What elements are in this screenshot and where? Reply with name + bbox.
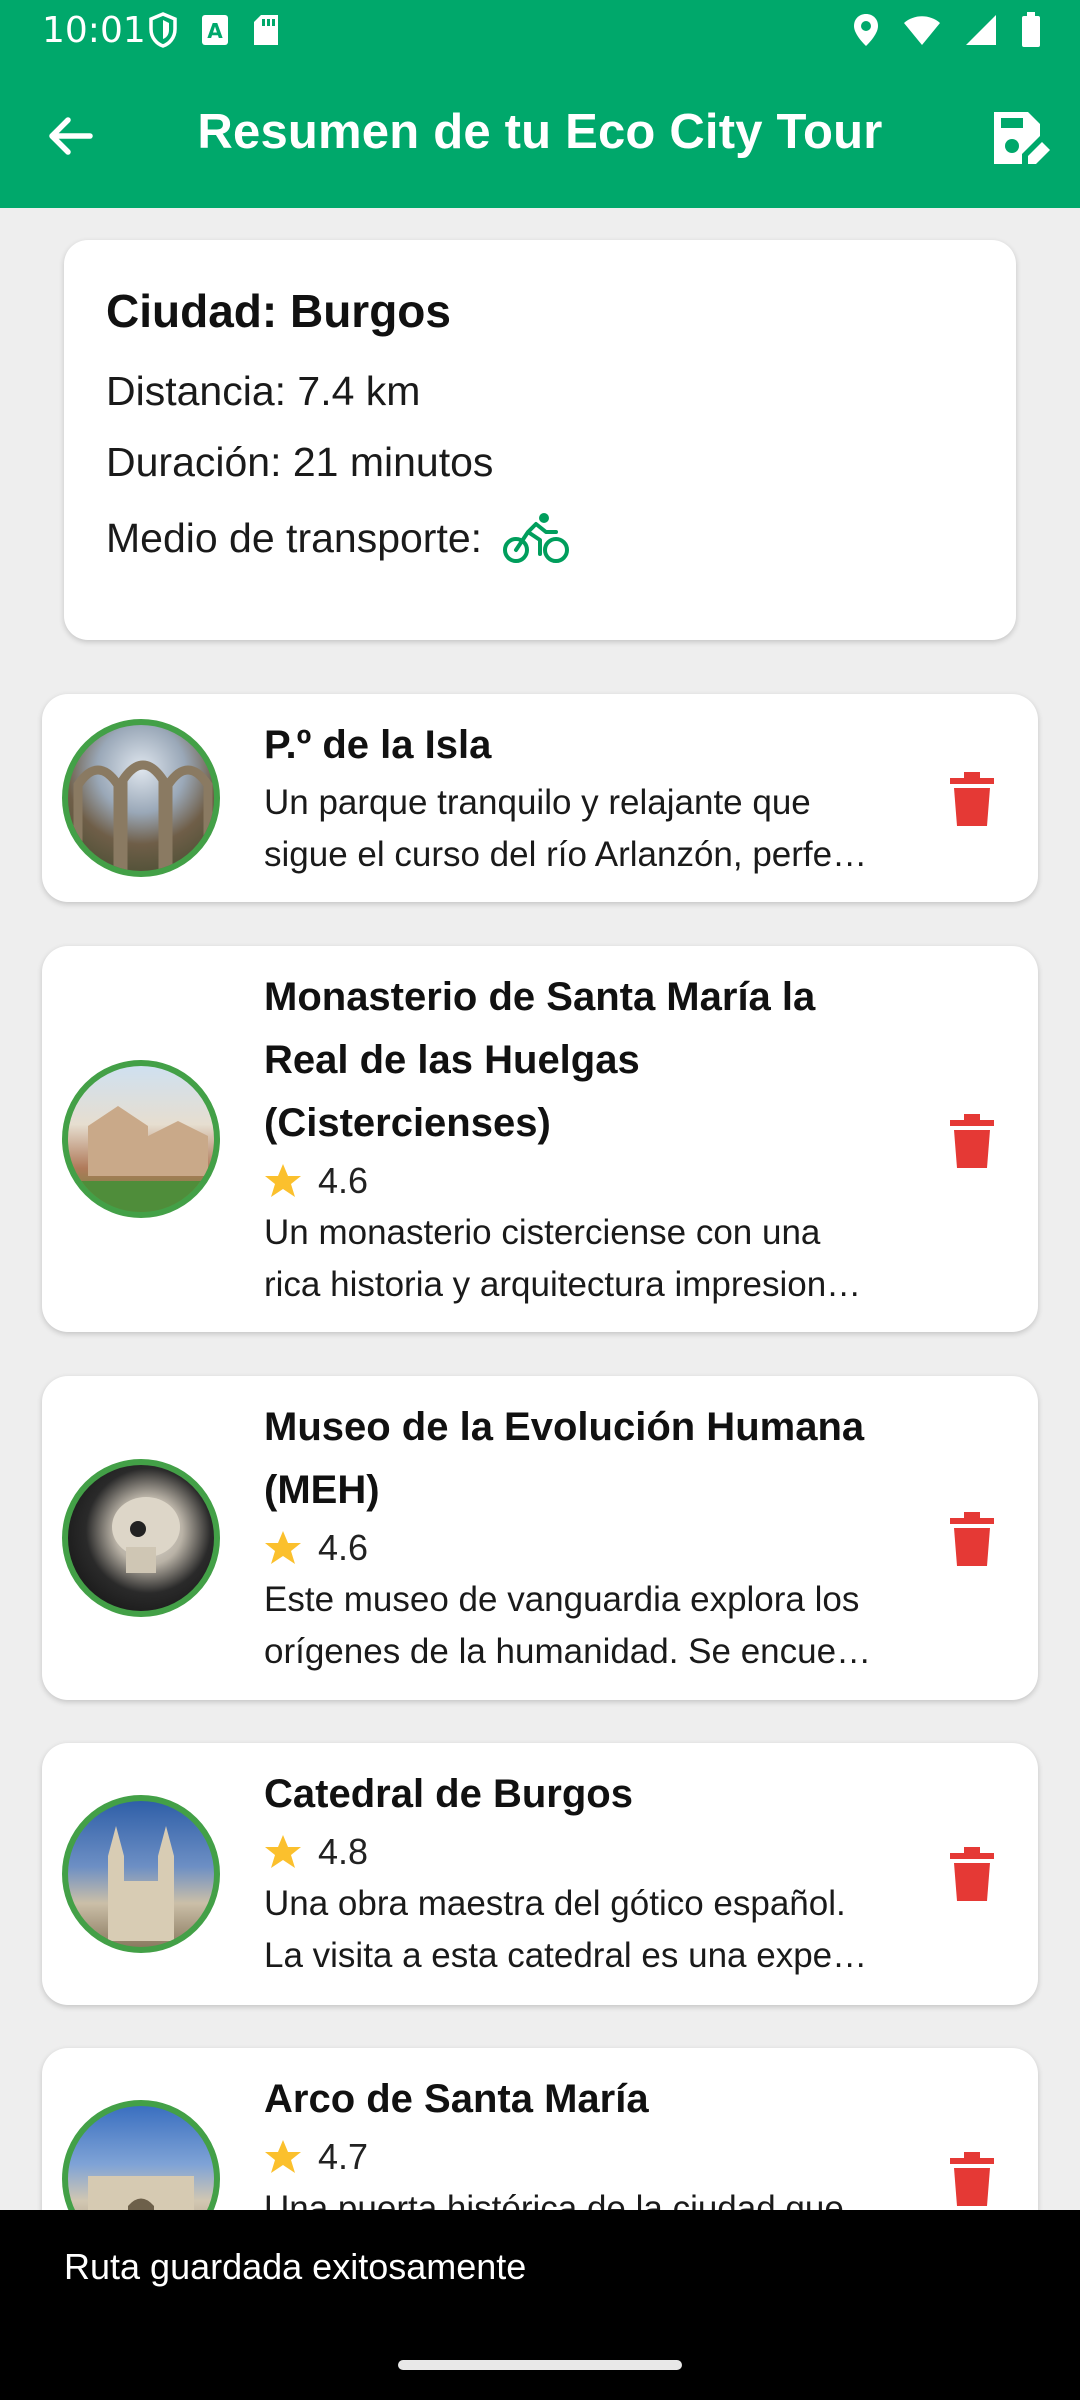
status-bar: 10:01 A	[0, 0, 1080, 62]
tour-summary-card: Ciudad: Burgos Distancia: 7.4 km Duració…	[64, 240, 1016, 640]
svg-text:A: A	[207, 19, 223, 43]
place-name: P.º de la Isla	[264, 723, 492, 767]
font-a-icon: A	[202, 15, 228, 45]
place-photo	[62, 1459, 220, 1617]
place-card-4[interactable]: Catedral de Burgos 4.8 Una obra maestra …	[42, 1743, 1038, 2005]
duration-label: Duración: 21 minutos	[106, 439, 494, 485]
star-icon	[265, 1164, 301, 1197]
star-icon	[265, 2140, 301, 2173]
delete-icon[interactable]	[948, 772, 996, 826]
app-bar: Resumen de tu Eco City Tour	[0, 62, 1080, 208]
delete-icon[interactable]	[948, 1847, 996, 1901]
transport-row: Medio de transporte:	[106, 510, 974, 566]
delete-icon[interactable]	[948, 1114, 996, 1168]
place-description: Este museo de vanguardia explora los oríg…	[264, 1580, 872, 1671]
place-name: Museo de la Evolución Humana (MEH)	[264, 1405, 865, 1512]
place-description: Un monasterio cisterciense con una rica h…	[264, 1213, 862, 1304]
place-name: Arco de Santa María	[264, 2077, 649, 2121]
place-photo	[62, 1060, 220, 1218]
snackbar: Ruta guardada exitosamente	[0, 2210, 1080, 2400]
place-rating: 4.7	[264, 2131, 912, 2183]
place-photo	[62, 1795, 220, 1953]
place-card-3[interactable]: Museo de la Evolución Humana (MEH) 4.6 Es…	[42, 1376, 1038, 1700]
save-edit-icon[interactable]	[988, 106, 1052, 170]
snackbar-message: Ruta guardada exitosamente	[64, 2246, 527, 2287]
place-description: Un parque tranquilo y relajante que sigue…	[264, 783, 868, 874]
place-name: Monasterio de Santa María la Real de las …	[264, 975, 816, 1145]
distance-label: Distancia: 7.4 km	[106, 368, 421, 414]
delete-icon[interactable]	[948, 2152, 996, 2206]
place-description: Una obra maestra del gótico español. La v…	[264, 1884, 868, 1975]
place-card-1[interactable]: P.º de la Isla Un parque tranquilo y rel…	[42, 694, 1038, 902]
place-name: Catedral de Burgos	[264, 1772, 633, 1816]
status-time: 10:01	[42, 10, 146, 51]
location-icon	[854, 14, 878, 46]
gesture-nav-handle[interactable]	[398, 2360, 682, 2370]
place-card-2[interactable]: Monasterio de Santa María la Real de las …	[42, 946, 1038, 1332]
star-icon	[265, 1531, 301, 1564]
sd-card-icon	[254, 15, 278, 45]
star-icon	[265, 1835, 301, 1868]
city-label: Ciudad: Burgos	[106, 285, 451, 337]
place-rating: 4.8	[264, 1826, 912, 1878]
page-title: Resumen de tu Eco City Tour	[197, 105, 883, 159]
battery-icon	[1022, 12, 1040, 47]
place-rating: 4.6	[264, 1155, 912, 1207]
shield-icon	[149, 12, 177, 48]
place-rating: 4.6	[264, 1522, 912, 1574]
transport-label: Medio de transporte:	[106, 514, 483, 561]
delete-icon[interactable]	[948, 1512, 996, 1566]
bicycle-icon	[503, 513, 570, 563]
place-photo	[62, 719, 220, 877]
wifi-icon	[904, 16, 940, 45]
signal-icon	[966, 15, 996, 45]
